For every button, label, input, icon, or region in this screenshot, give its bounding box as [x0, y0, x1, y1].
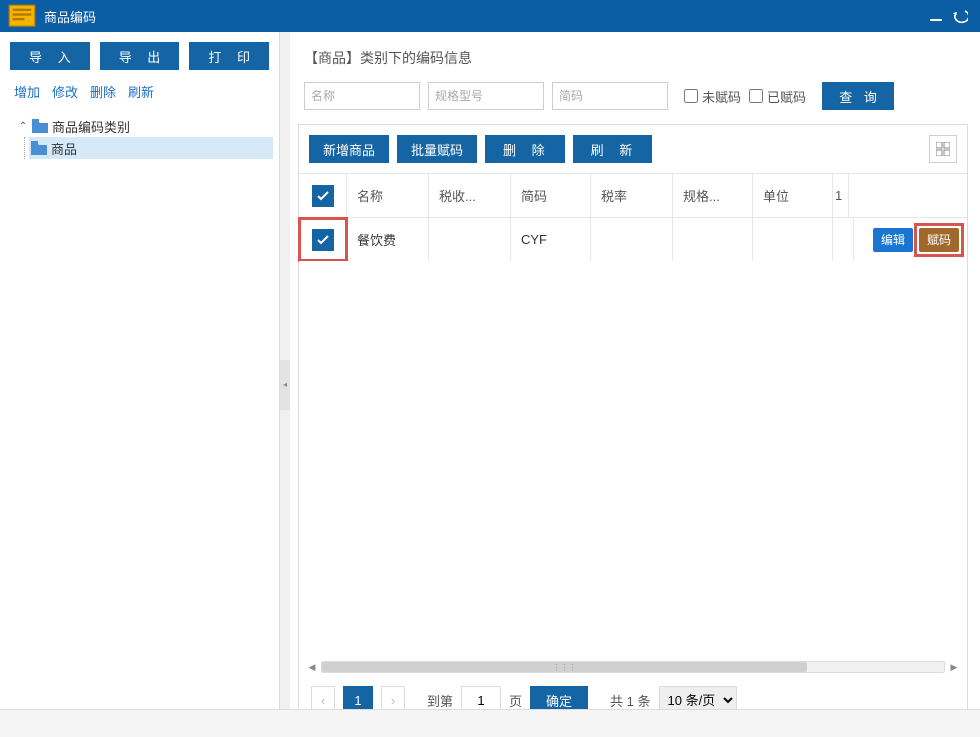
- col-actions: [849, 174, 967, 217]
- row-checkbox[interactable]: [299, 218, 347, 261]
- import-button[interactable]: 导 入: [10, 42, 90, 70]
- batch-assign-button[interactable]: 批量赋码: [397, 135, 477, 163]
- scroll-right-icon[interactable]: ▶: [947, 660, 961, 674]
- row-actions: 编辑 赋码: [854, 218, 967, 261]
- row-name: 餐饮费: [347, 218, 429, 261]
- scroll-track[interactable]: ⋮⋮⋮: [321, 661, 945, 673]
- scroll-thumb[interactable]: ⋮⋮⋮: [322, 662, 807, 672]
- table-container: 新增商品 批量赋码 删 除 刷 新 名称 税收... 简码 税率 规格... 单…: [298, 124, 968, 725]
- status-bar: [0, 709, 980, 737]
- table-body-empty: [299, 261, 967, 658]
- print-button[interactable]: 打 印: [189, 42, 269, 70]
- col-taxcat[interactable]: 税收...: [429, 174, 511, 217]
- unassigned-checkbox[interactable]: 未赋码: [684, 87, 741, 106]
- delete-link[interactable]: 删除: [90, 82, 116, 101]
- layout-toggle-button[interactable]: [929, 135, 957, 163]
- minimize-button[interactable]: [924, 4, 948, 28]
- unassigned-checkbox-input[interactable]: [684, 89, 698, 103]
- row-taxcat: [429, 218, 511, 261]
- assign-highlight: 赋码: [917, 226, 961, 254]
- row-rate: [591, 218, 673, 261]
- name-input[interactable]: [304, 82, 420, 110]
- tree-root[interactable]: ⌃ 商品编码类别: [16, 115, 273, 137]
- row-unit: [753, 218, 833, 261]
- spec-input[interactable]: [428, 82, 544, 110]
- col-extra[interactable]: 1: [833, 174, 849, 217]
- assigned-checkbox[interactable]: 已赋码: [749, 87, 806, 106]
- splitter[interactable]: ◂: [280, 32, 290, 737]
- folder-icon: [31, 141, 47, 155]
- collapse-icon[interactable]: ⌃: [16, 121, 30, 132]
- folder-icon: [32, 119, 48, 133]
- tree-child-label: 商品: [51, 139, 77, 158]
- goto-label-b: 页: [509, 691, 522, 710]
- window-title: 商品编码: [44, 7, 924, 26]
- col-name[interactable]: 名称: [347, 174, 429, 217]
- tree-root-label: 商品编码类别: [52, 117, 130, 136]
- table-header: 名称 税收... 简码 税率 规格... 单位 1: [299, 173, 967, 217]
- table-row[interactable]: 餐饮费 CYF 编辑 赋码: [299, 217, 967, 261]
- total-count: 共 1 条: [610, 691, 650, 710]
- horizontal-scrollbar[interactable]: ◀ ⋮⋮⋮ ▶: [299, 658, 967, 676]
- back-button[interactable]: [948, 4, 972, 28]
- row-code: CYF: [511, 218, 591, 261]
- search-button[interactable]: 查 询: [822, 82, 894, 110]
- row-extra: [833, 218, 854, 261]
- refresh-link[interactable]: 刷新: [128, 82, 154, 101]
- assigned-checkbox-input[interactable]: [749, 89, 763, 103]
- code-input[interactable]: [552, 82, 668, 110]
- col-unit[interactable]: 单位: [753, 174, 833, 217]
- category-tree: ⌃ 商品编码类别 商品: [0, 109, 279, 165]
- titlebar: 商品编码: [0, 0, 980, 32]
- add-product-button[interactable]: 新增商品: [309, 135, 389, 163]
- table-toolbar: 新增商品 批量赋码 删 除 刷 新: [299, 125, 967, 173]
- tree-child-product[interactable]: 商品: [29, 137, 273, 159]
- assign-row-button[interactable]: 赋码: [919, 228, 959, 252]
- filter-row: 未赋码 已赋码 查 询: [298, 82, 968, 124]
- export-button[interactable]: 导 出: [100, 42, 180, 70]
- scroll-left-icon[interactable]: ◀: [305, 660, 319, 674]
- left-panel: 导 入 导 出 打 印 增加 修改 删除 刷新 ⌃ 商品编码类别 商品: [0, 32, 280, 737]
- header-checkbox[interactable]: [299, 174, 347, 217]
- col-spec[interactable]: 规格...: [673, 174, 753, 217]
- refresh-button[interactable]: 刷 新: [573, 135, 653, 163]
- add-link[interactable]: 增加: [14, 82, 40, 101]
- edit-link[interactable]: 修改: [52, 82, 78, 101]
- delete-button[interactable]: 删 除: [485, 135, 565, 163]
- col-rate[interactable]: 税率: [591, 174, 673, 217]
- col-code[interactable]: 简码: [511, 174, 591, 217]
- panel-heading: 【商品】类别下的编码信息: [298, 44, 968, 82]
- right-panel: 【商品】类别下的编码信息 未赋码 已赋码 查 询 新增商品 批量赋码 删 除 刷…: [290, 32, 980, 737]
- splitter-grip-icon[interactable]: ◂: [280, 360, 290, 410]
- row-spec: [673, 218, 753, 261]
- app-logo-icon: [8, 5, 36, 27]
- edit-row-button[interactable]: 编辑: [873, 228, 913, 252]
- goto-label-a: 到第: [427, 691, 453, 710]
